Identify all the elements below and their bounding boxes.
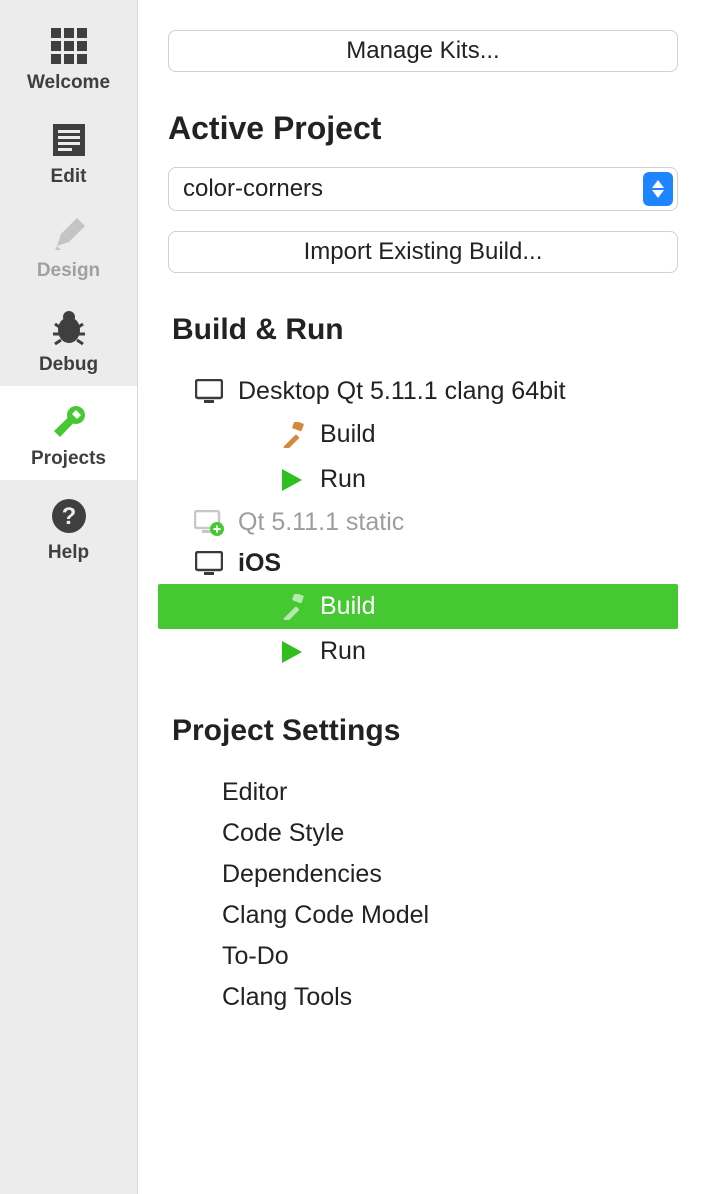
project-setting-item[interactable]: Dependencies — [222, 854, 678, 895]
sidebar-item-projects[interactable]: Projects — [0, 386, 137, 480]
sub-row-label: Run — [320, 637, 366, 666]
hammer-icon — [278, 422, 306, 448]
manage-kits-button[interactable]: Manage Kits... — [168, 30, 678, 72]
play-icon — [278, 467, 306, 493]
doc-icon — [47, 118, 91, 162]
kit-row[interactable]: Qt 5.11.1 static — [188, 502, 678, 543]
select-arrows-icon — [643, 172, 673, 206]
sidebar-item-label: Projects — [31, 448, 106, 470]
import-build-button[interactable]: Import Existing Build... — [168, 231, 678, 273]
hammer-icon — [278, 594, 306, 620]
left-sidebar: Welcome Edit Design — [0, 0, 138, 1194]
sub-row-label: Run — [320, 465, 366, 494]
help-icon: ? — [47, 494, 91, 538]
kit-row[interactable]: iOS — [188, 543, 678, 584]
pencil-icon — [47, 212, 91, 256]
kits-tree: Desktop Qt 5.11.1 clang 64bit Build Run … — [188, 371, 678, 674]
sidebar-item-debug[interactable]: Debug — [0, 292, 137, 386]
svg-text:?: ? — [61, 503, 76, 530]
active-project-select[interactable]: color-corners — [168, 167, 678, 211]
desktop-icon — [194, 379, 224, 405]
project-setting-item[interactable]: To-Do — [222, 936, 678, 977]
sidebar-item-design[interactable]: Design — [0, 198, 137, 292]
sub-row-label: Build — [320, 420, 376, 449]
wrench-icon — [47, 400, 91, 444]
project-settings-heading: Project Settings — [172, 714, 678, 748]
kit-run-row[interactable]: Run — [188, 457, 678, 502]
sidebar-item-label: Help — [48, 542, 89, 564]
sidebar-item-label: Welcome — [27, 72, 110, 94]
main-content: Manage Kits... Active Project color-corn… — [138, 0, 704, 1194]
play-icon — [278, 639, 306, 665]
project-settings-list: EditorCode StyleDependenciesClang Code M… — [222, 772, 678, 1018]
kit-name: Qt 5.11.1 static — [238, 508, 404, 537]
bug-icon — [47, 306, 91, 350]
desktop-icon — [194, 551, 224, 577]
sidebar-item-label: Edit — [51, 166, 87, 188]
sidebar-item-edit[interactable]: Edit — [0, 104, 137, 198]
sub-row-label: Build — [320, 592, 376, 621]
project-setting-item[interactable]: Clang Tools — [222, 977, 678, 1018]
sidebar-item-label: Design — [37, 260, 100, 282]
add-device-icon — [194, 510, 224, 536]
sidebar-item-welcome[interactable]: Welcome — [0, 10, 137, 104]
project-setting-item[interactable]: Editor — [222, 772, 678, 813]
sidebar-item-label: Debug — [39, 354, 98, 376]
sidebar-item-help[interactable]: ? Help — [0, 480, 137, 574]
active-project-value: color-corners — [183, 175, 323, 203]
build-run-heading: Build & Run — [172, 313, 678, 347]
kit-name: Desktop Qt 5.11.1 clang 64bit — [238, 377, 566, 406]
kit-build-row[interactable]: Build — [188, 412, 678, 457]
project-setting-item[interactable]: Clang Code Model — [222, 895, 678, 936]
kit-build-row[interactable]: Build — [158, 584, 678, 629]
active-project-heading: Active Project — [168, 110, 678, 147]
kit-run-row[interactable]: Run — [188, 629, 678, 674]
grid-icon — [47, 24, 91, 68]
kit-name: iOS — [238, 549, 281, 578]
project-setting-item[interactable]: Code Style — [222, 813, 678, 854]
kit-row[interactable]: Desktop Qt 5.11.1 clang 64bit — [188, 371, 678, 412]
